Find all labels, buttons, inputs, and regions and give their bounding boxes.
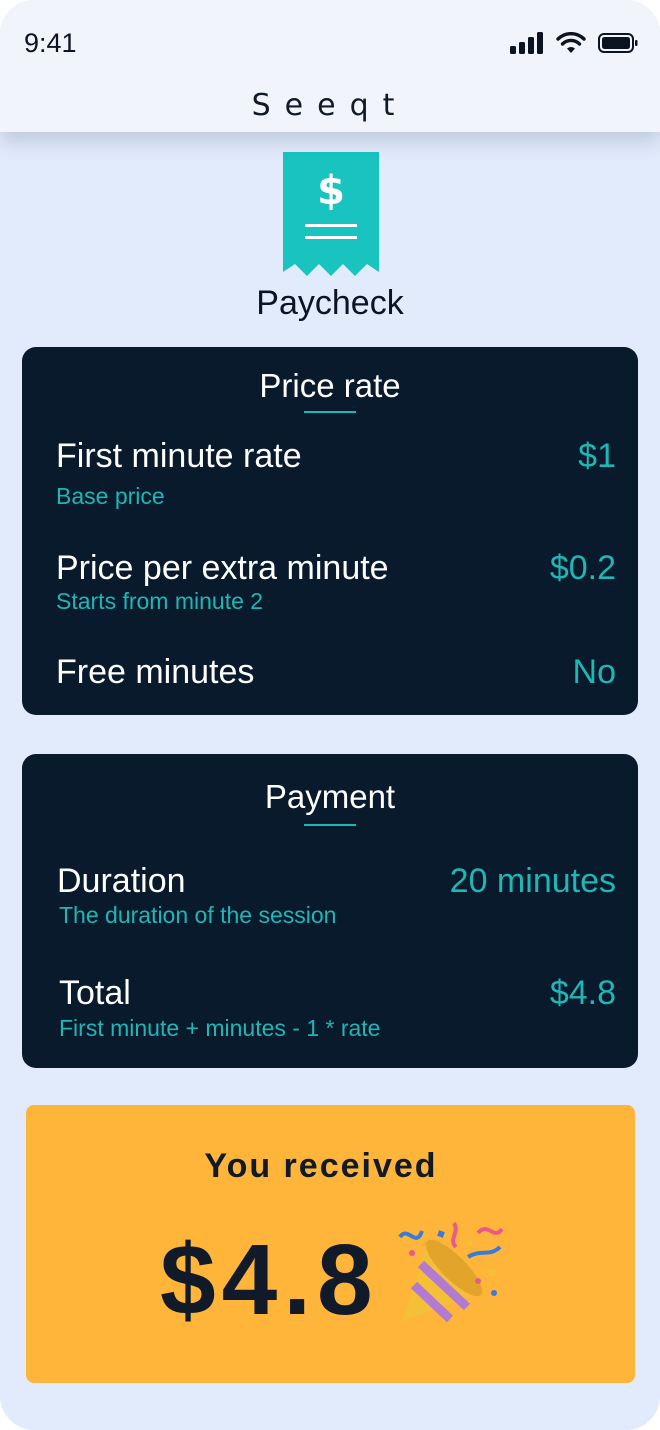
signal-icon (510, 32, 543, 54)
row-sublabel: The duration of the session (59, 902, 337, 928)
row-label: Free minutes (56, 653, 255, 691)
receipt-dollar-icon: $ (283, 152, 379, 276)
row-value: No (572, 653, 616, 691)
phone-screen: 9:41 Seeqt $ Paycheck Price rate First m… (0, 0, 660, 1430)
card-title: Payment (264, 778, 396, 815)
top-bar: 9:41 Seeqt (0, 0, 660, 132)
price-rate-card: Price rate First minute rate Base price … (22, 347, 638, 715)
row-value: $4.8 (549, 974, 616, 1012)
row-label: First minute rate (56, 437, 302, 475)
row-sublabel: Starts from minute 2 (56, 588, 264, 614)
row-value: $1 (578, 437, 616, 475)
title-underline (304, 824, 356, 826)
row-value: $0.2 (549, 549, 616, 587)
row-value: 20 minutes (449, 862, 616, 900)
app-logo: Seeqt (251, 88, 409, 123)
received-label: You received (204, 1147, 438, 1185)
received-card: You received $4.8 (26, 1105, 635, 1383)
status-time: 9:41 (24, 28, 77, 58)
row-sublabel: First minute + minutes - 1 * rate (59, 1015, 381, 1041)
svg-text:$: $ (317, 168, 345, 214)
wifi-icon (556, 32, 586, 53)
row-sublabel: Base price (56, 483, 165, 509)
card-title: Price rate (259, 367, 401, 404)
battery-icon (598, 33, 638, 53)
row-label: Price per extra minute (56, 549, 389, 587)
title-underline (304, 411, 356, 413)
received-amount: $4.8 (160, 1224, 379, 1336)
row-label: Total (59, 974, 131, 1012)
payment-card: Payment Duration The duration of the ses… (22, 754, 638, 1068)
party-popper-icon (398, 1221, 504, 1323)
row-label: Duration (57, 862, 186, 900)
page-title: Paycheck (256, 284, 404, 322)
status-icons (510, 32, 638, 54)
